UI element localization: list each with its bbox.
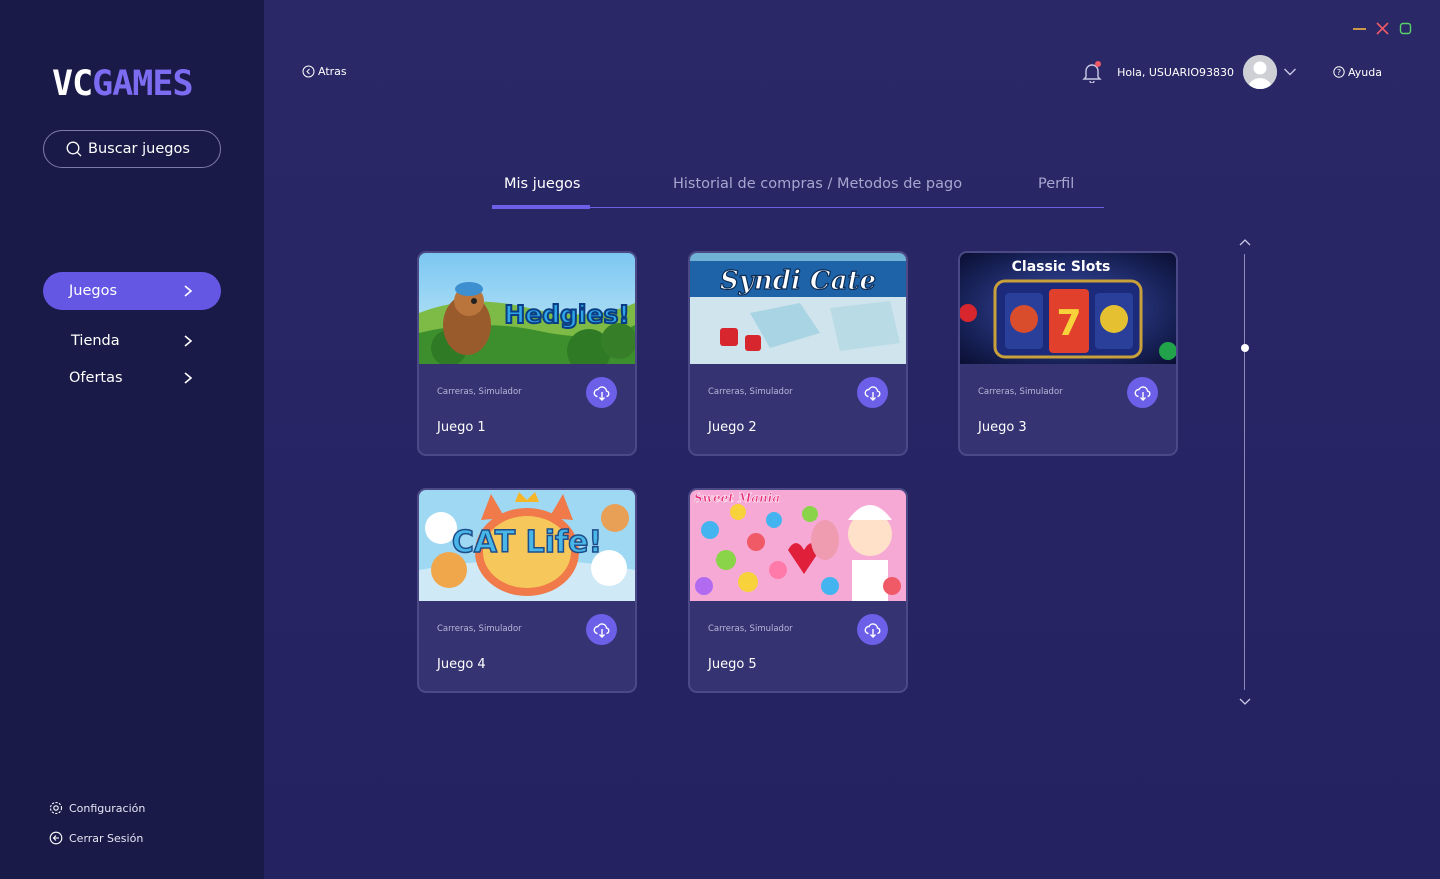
game-art-title: CAT Life!	[452, 525, 602, 560]
sidebar-item-juegos[interactable]: Juegos	[43, 272, 221, 310]
tab-perfil[interactable]: Perfil	[1038, 176, 1074, 192]
game-thumbnail: Syndi Cate	[690, 253, 906, 364]
avatar[interactable]	[1243, 55, 1278, 89]
download-button[interactable]	[857, 377, 888, 408]
search-placeholder: Buscar juegos	[88, 141, 190, 157]
help-label: Ayuda	[1348, 65, 1382, 79]
game-genre: Carreras, Simulador	[708, 387, 793, 397]
game-art-title: Hedgies!	[504, 300, 629, 329]
scrollbar-thumb[interactable]	[1241, 344, 1249, 352]
active-tab-indicator	[492, 205, 590, 209]
game-genre: Carreras, Simulador	[978, 387, 1063, 397]
chevron-down-icon[interactable]	[1283, 67, 1297, 77]
user-bar: Hola, USUARIO93830 ? Ayuda	[1082, 55, 1382, 89]
settings-link[interactable]: Configuración	[49, 801, 145, 815]
scrollbar-track[interactable]	[1244, 254, 1245, 690]
cloud-download-icon	[593, 385, 609, 401]
back-label: Atras	[318, 65, 347, 78]
close-icon[interactable]	[1376, 20, 1389, 35]
game-card[interactable]: Sweet Mania Carreras, Simulador Juego 5	[688, 488, 908, 693]
back-button[interactable]: Atras	[302, 65, 347, 78]
tab-historial[interactable]: Historial de compras / Metodos de pago	[673, 176, 962, 192]
sidebar-item-tienda[interactable]: Tienda	[43, 322, 221, 360]
help-icon: ?	[1333, 66, 1345, 78]
game-title: Juego 2	[708, 420, 757, 435]
scroll-up-icon[interactable]	[1239, 238, 1251, 246]
chevron-right-icon	[184, 372, 193, 384]
game-genre: Carreras, Simulador	[708, 624, 793, 634]
logo-text-games: GAMES	[92, 64, 193, 104]
svg-text:7: 7	[1056, 303, 1081, 344]
logout-link[interactable]: Cerrar Sesión	[49, 831, 143, 845]
logout-icon	[49, 831, 63, 845]
download-button[interactable]	[586, 377, 617, 408]
game-card[interactable]: Hedgies! Carreras, Simulador Juego 1	[417, 251, 637, 456]
scroll-down-icon[interactable]	[1239, 698, 1251, 706]
user-greeting: Hola, USUARIO93830	[1117, 65, 1235, 79]
gear-icon	[49, 801, 63, 815]
window-controls	[1353, 20, 1412, 35]
download-button[interactable]	[586, 614, 617, 645]
help-link[interactable]: ? Ayuda	[1333, 66, 1382, 79]
chevron-right-icon	[184, 285, 193, 297]
maximize-icon[interactable]	[1399, 20, 1412, 35]
svg-text:?: ?	[1337, 68, 1341, 77]
settings-label: Configuración	[69, 801, 146, 815]
game-thumbnail: Sweet Mania	[690, 490, 906, 601]
game-genre: Carreras, Simulador	[437, 387, 522, 397]
game-art-title: Classic Slots	[1012, 259, 1111, 275]
minimize-icon[interactable]	[1353, 20, 1366, 33]
download-button[interactable]	[1127, 377, 1158, 408]
sidebar-item-ofertas[interactable]: Ofertas	[43, 359, 221, 397]
tab-mis-juegos[interactable]: Mis juegos	[504, 176, 580, 192]
cloud-download-icon	[864, 385, 880, 401]
game-card[interactable]: 7 Classic Slots Carreras, Simulador Jueg…	[958, 251, 1178, 456]
game-thumbnail: CAT Life!	[419, 490, 635, 601]
sidebar: VC GAMES Buscar juegos Juegos Tienda Ofer…	[0, 0, 264, 879]
game-title: Juego 5	[708, 657, 757, 672]
search-input[interactable]: Buscar juegos	[43, 130, 221, 168]
game-title: Juego 4	[437, 657, 486, 672]
main-content: Atras Hola, USUARIO93830 ? Ayuda Mis jue…	[264, 0, 1440, 879]
game-card[interactable]: Syndi Cate Carreras, Simulador Juego 2	[688, 251, 908, 456]
game-art-title: Sweet Mania	[694, 491, 780, 505]
vcgames-logo[interactable]: VC GAMES	[52, 64, 214, 104]
cloud-download-icon	[593, 622, 609, 638]
back-icon	[302, 65, 315, 78]
chevron-right-icon	[184, 335, 193, 347]
sidebar-item-label: Tienda	[71, 333, 120, 349]
sidebar-item-label: Ofertas	[69, 370, 123, 386]
search-icon	[66, 141, 82, 157]
game-art-title: Syndi Cate	[720, 266, 876, 296]
cloud-download-icon	[1134, 385, 1150, 401]
tab-bar: Mis juegos Historial de compras / Metodo…	[492, 170, 1104, 209]
cloud-download-icon	[864, 622, 880, 638]
game-thumbnail: 7 Classic Slots	[960, 253, 1176, 364]
logout-label: Cerrar Sesión	[69, 831, 144, 845]
sidebar-item-label: Juegos	[69, 283, 118, 299]
notification-bell-icon[interactable]	[1082, 61, 1102, 84]
logo-text-vc: VC	[52, 64, 93, 104]
game-title: Juego 3	[978, 420, 1027, 435]
download-button[interactable]	[857, 614, 888, 645]
game-title: Juego 1	[437, 420, 486, 435]
game-genre: Carreras, Simulador	[437, 624, 522, 634]
game-card[interactable]: CAT Life! Carreras, Simulador Juego 4	[417, 488, 637, 693]
game-thumbnail: Hedgies!	[419, 253, 635, 364]
